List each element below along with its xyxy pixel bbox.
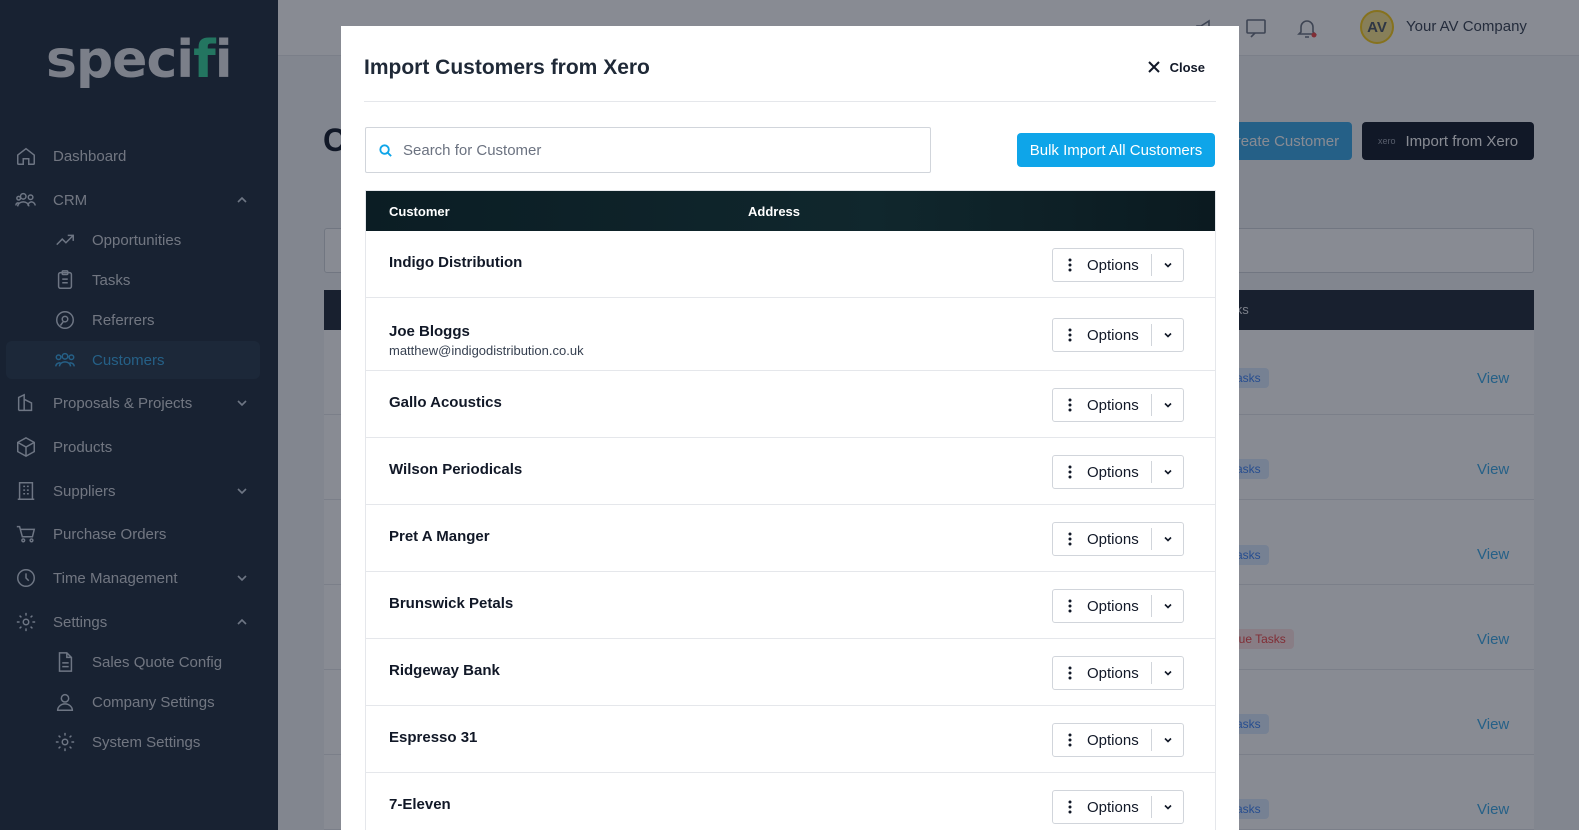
search-field[interactable] [365,127,931,173]
kebab-icon [1053,532,1087,546]
options-button[interactable]: Options [1052,790,1184,824]
table-row: 7-Eleven Options [366,773,1215,830]
close-button[interactable]: Close [1146,59,1205,75]
close-icon [1147,61,1160,73]
chevron-down-icon[interactable] [1152,802,1183,812]
options-button[interactable]: Options [1052,723,1184,757]
close-label: Close [1169,59,1205,75]
kebab-icon [1053,800,1087,814]
kebab-icon [1053,733,1087,747]
customer-name: Brunswick Petals [389,595,514,612]
table-row: Indigo Distribution Options [366,231,1215,298]
options-button[interactable]: Options [1052,589,1184,623]
table-row: Brunswick Petals Options [366,572,1215,639]
customer-email: matthew@indigodistribution.co.uk [389,343,584,358]
kebab-icon [1053,258,1087,272]
customers-table: Customer Address Indigo Distribution Opti… [365,190,1216,830]
options-button[interactable]: Options [1052,248,1184,282]
search-icon [379,143,392,157]
chevron-down-icon[interactable] [1152,330,1183,340]
chevron-down-icon[interactable] [1152,534,1183,544]
options-button[interactable]: Options [1052,388,1184,422]
chevron-down-icon[interactable] [1152,735,1183,745]
chevron-down-icon[interactable] [1152,400,1183,410]
kebab-icon [1053,398,1087,412]
kebab-icon [1053,599,1087,613]
options-button[interactable]: Options [1052,318,1184,352]
table-row: Ridgeway Bank Options [366,639,1215,706]
options-button[interactable]: Options [1052,455,1184,489]
bulk-import-button[interactable]: Bulk Import All Customers [1017,133,1215,167]
search-input[interactable] [403,141,903,159]
customer-name: Espresso 31 [389,729,478,746]
options-button[interactable]: Options [1052,522,1184,556]
options-label: Options [1087,664,1139,682]
options-label: Options [1087,731,1139,749]
options-label: Options [1087,530,1139,548]
import-customers-modal: Import Customers from Xero Close Bulk Im… [341,26,1239,830]
customer-name: Ridgeway Bank [389,662,500,679]
kebab-icon [1053,666,1087,680]
options-label: Options [1087,326,1139,344]
customer-name: Gallo Acoustics [389,394,502,411]
table-header: Customer Address [366,191,1215,231]
options-label: Options [1087,256,1139,274]
modal-title: Import Customers from Xero [364,56,650,79]
customer-name: 7-Eleven [389,796,451,813]
options-label: Options [1087,396,1139,414]
chevron-down-icon[interactable] [1152,668,1183,678]
column-header-customer: Customer [389,204,450,219]
chevron-down-icon[interactable] [1152,260,1183,270]
customer-name: Wilson Periodicals [389,461,523,478]
options-button[interactable]: Options [1052,656,1184,690]
chevron-down-icon[interactable] [1152,601,1183,611]
kebab-icon [1053,465,1087,479]
table-row: Wilson Periodicals Options [366,438,1215,505]
customer-name: Pret A Manger [389,528,490,545]
table-row: Pret A Manger Options [366,505,1215,572]
divider [364,101,1216,102]
column-header-address: Address [748,204,801,219]
table-row: Joe Bloggs matthew@indigodistribution.co.… [366,298,1215,371]
table-row: Gallo Acoustics Options [366,371,1215,438]
table-row: Espresso 31 Options [366,706,1215,773]
options-label: Options [1087,463,1139,481]
chevron-down-icon[interactable] [1152,467,1183,477]
options-label: Options [1087,798,1139,816]
options-label: Options [1087,597,1139,615]
customer-name: Joe Bloggs [389,323,470,340]
kebab-icon [1053,328,1087,342]
customer-name: Indigo Distribution [389,254,523,271]
